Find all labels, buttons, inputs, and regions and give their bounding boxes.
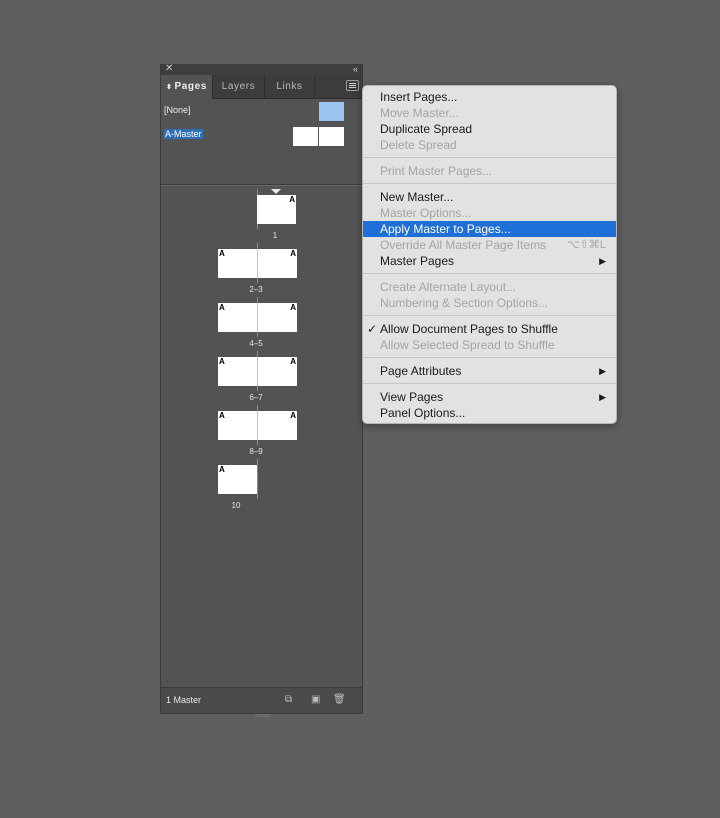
- page-number-8-9: 8–9: [249, 447, 263, 456]
- tab-layers[interactable]: Layers: [213, 75, 265, 99]
- menu-item-apply-master-to-pages[interactable]: Apply Master to Pages...: [363, 221, 616, 237]
- panel-title-bar: ✕ «: [161, 63, 362, 75]
- menu-item-master-options: Master Options...: [380, 206, 472, 220]
- none-master-thumbnail[interactable]: [319, 102, 344, 121]
- menu-item-numbering-section-options: Numbering & Section Options...: [380, 296, 549, 310]
- submenu-arrow-icon: ▶: [599, 366, 606, 376]
- master-prefix: A: [219, 249, 225, 258]
- page-number-10: 10: [231, 501, 241, 510]
- new-page-icon[interactable]: ▣: [311, 694, 320, 706]
- page-thumbnail-1[interactable]: A: [257, 195, 296, 224]
- panel-menu-button[interactable]: [346, 80, 359, 91]
- pages-panel: ✕ « ⬍ Pages Layers Links [None] A-Master …: [160, 63, 363, 717]
- master-label-none: [None]: [164, 105, 191, 115]
- page-number-6-7: 6–7: [249, 393, 263, 402]
- menu-separator: [363, 383, 616, 384]
- master-label-a-master: A-Master: [164, 129, 203, 139]
- master-row-none[interactable]: [None]: [161, 101, 362, 123]
- panel-footer: 1 Master ⧉ ▣ 🗑: [161, 687, 362, 717]
- page-number-1: 1: [272, 231, 278, 240]
- collapse-icon[interactable]: «: [353, 63, 358, 75]
- menu-item-view-pages[interactable]: View Pages ▶: [363, 389, 616, 405]
- edit-page-size-icon[interactable]: ⧉: [285, 694, 292, 706]
- menu-item-print-master-pages: Print Master Pages...: [380, 164, 493, 178]
- master-prefix: A: [290, 303, 296, 312]
- master-prefix: A: [290, 411, 296, 420]
- master-prefix: A: [289, 195, 295, 204]
- menu-item-insert-pages[interactable]: Insert Pages...: [363, 89, 616, 105]
- page-thumbnail-10[interactable]: A: [218, 465, 257, 494]
- resize-grip-icon[interactable]: [255, 714, 271, 717]
- current-spread-marker-icon: [271, 189, 281, 194]
- menu-item-allow-selected-spread-to-shuffle: Allow Selected Spread to Shuffle: [380, 338, 555, 352]
- menu-separator: [363, 157, 616, 158]
- menu-item-create-alternate-layout: Create Alternate Layout...: [380, 280, 517, 294]
- footer-status: 1 Master: [166, 695, 202, 705]
- tab-layers-label: Layers: [221, 81, 256, 92]
- menu-item-new-master[interactable]: New Master...: [363, 189, 616, 205]
- master-prefix: A: [290, 357, 296, 366]
- menu-item-allow-document-pages-to-shuffle[interactable]: ✓ Allow Document Pages to Shuffle: [363, 321, 616, 337]
- close-icon[interactable]: ✕: [165, 63, 173, 75]
- master-prefix: A: [219, 303, 225, 312]
- menu-separator: [363, 273, 616, 274]
- master-row-a-master[interactable]: A-Master: [161, 126, 362, 148]
- menu-separator: [363, 357, 616, 358]
- keyboard-shortcut: ⌥⇧⌘L: [566, 239, 606, 251]
- master-prefix: A: [219, 465, 225, 474]
- panel-tab-bar: ⬍ Pages Layers Links: [161, 75, 362, 99]
- tab-links[interactable]: Links: [265, 75, 315, 99]
- submenu-arrow-icon: ▶: [599, 256, 606, 266]
- master-prefix: A: [219, 357, 225, 366]
- tab-links-label: Links: [276, 81, 303, 92]
- menu-item-move-master: Move Master...: [380, 106, 459, 120]
- spread-thumbnail-6-7[interactable]: A A: [218, 357, 297, 386]
- spread-thumbnail-2-3[interactable]: A A: [218, 249, 297, 278]
- checkmark-icon: ✓: [367, 322, 378, 336]
- menu-item-delete-spread: Delete Spread: [380, 138, 457, 152]
- menu-separator: [363, 315, 616, 316]
- a-master-right-thumbnail[interactable]: [319, 127, 344, 146]
- hamburger-icon: [349, 83, 356, 84]
- pages-panel-menu: Insert Pages... Move Master... Duplicate…: [362, 85, 617, 424]
- menu-item-master-pages[interactable]: Master Pages ▶: [363, 253, 616, 269]
- spread-thumbnail-4-5[interactable]: A A: [218, 303, 297, 332]
- page-number-4-5: 4–5: [249, 339, 263, 348]
- tab-pages-label: Pages: [174, 81, 207, 92]
- submenu-arrow-icon: ▶: [599, 392, 606, 402]
- master-prefix: A: [219, 411, 225, 420]
- menu-item-override-all-master-page-items: Override All Master Page Items ⌥⇧⌘L: [380, 238, 606, 252]
- trash-icon[interactable]: 🗑: [333, 694, 346, 706]
- spread-thumbnail-8-9[interactable]: A A: [218, 411, 297, 440]
- menu-separator: [363, 183, 616, 184]
- a-master-left-thumbnail[interactable]: [293, 127, 318, 146]
- menu-item-page-attributes[interactable]: Page Attributes ▶: [363, 363, 616, 379]
- updown-arrows-icon: ⬍: [166, 84, 173, 91]
- master-prefix: A: [290, 249, 296, 258]
- menu-item-duplicate-spread[interactable]: Duplicate Spread: [363, 121, 616, 137]
- tab-pages[interactable]: ⬍ Pages: [161, 75, 213, 99]
- page-number-2-3: 2–3: [249, 285, 263, 294]
- menu-item-panel-options[interactable]: Panel Options...: [363, 405, 616, 421]
